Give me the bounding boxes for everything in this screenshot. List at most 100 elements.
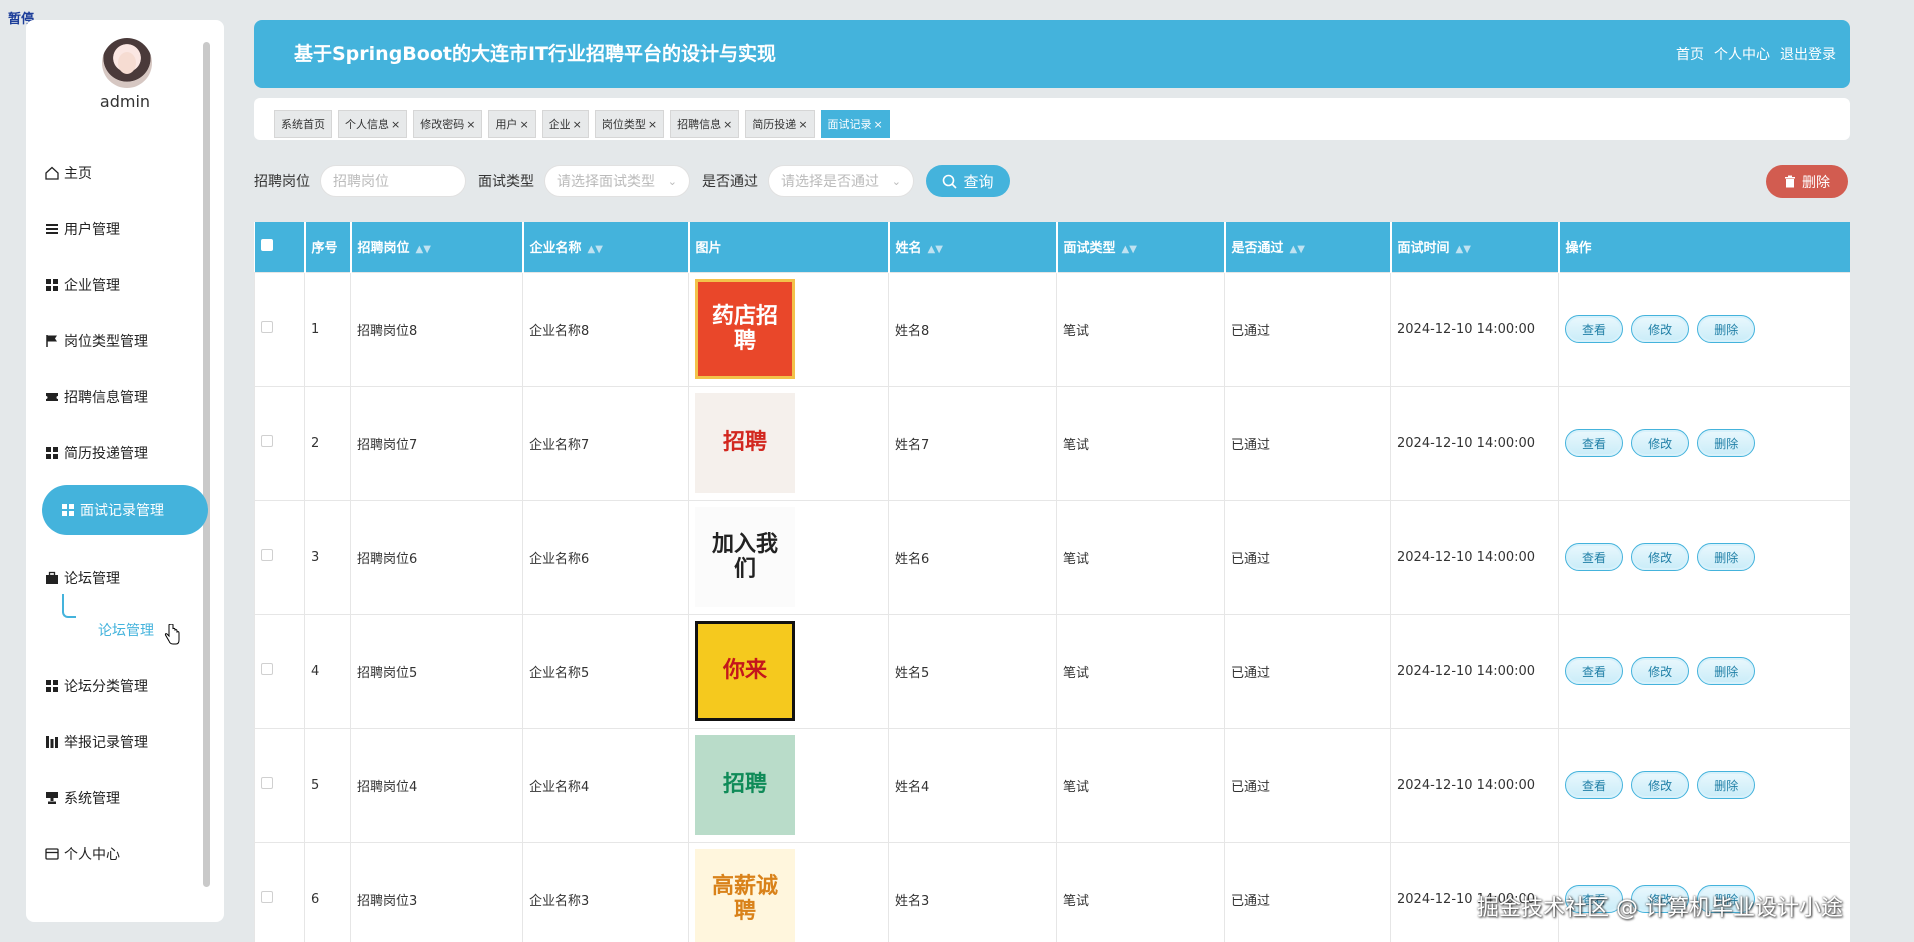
header-link-logout[interactable]: 退出登录: [1780, 44, 1836, 64]
sidebar-item-label: 面试记录管理: [80, 503, 164, 519]
sidebar-item-system[interactable]: 系统管理: [44, 773, 120, 823]
table-row: 4 招聘岗位5 企业名称5 你来 姓名5 笔试 已通过 2024-12-10 1…: [254, 613, 1850, 729]
delete-button[interactable]: 删除: [1697, 429, 1756, 457]
sidebar-item-resume[interactable]: 简历投递管理: [44, 428, 148, 478]
recruit-image[interactable]: 你来: [695, 621, 795, 721]
cell-company: 企业名称6: [522, 499, 689, 615]
sidebar-item-company[interactable]: 企业管理: [44, 260, 120, 310]
recruit-image-text: 你来: [722, 658, 767, 684]
tab-resume[interactable]: 简历投递 ×: [745, 110, 815, 138]
recruit-image[interactable]: 招聘: [695, 735, 795, 835]
edit-button[interactable]: 修改: [1631, 771, 1690, 799]
table-row: 1 招聘岗位8 企业名称8 药店招聘 姓名8 笔试 已通过 2024-12-10…: [254, 271, 1850, 387]
sidebar-item-label: 招聘信息管理: [64, 390, 148, 406]
tab-user[interactable]: 用户 ×: [488, 110, 536, 138]
tab-home[interactable]: 系统首页: [274, 110, 332, 138]
sidebar-item-interview[interactable]: 面试记录管理: [42, 485, 208, 535]
cell-actions: 查看 修改 删除: [1558, 727, 1850, 843]
cell-position: 招聘岗位5: [350, 613, 523, 729]
grid-icon: [44, 678, 60, 694]
select-all-checkbox[interactable]: [260, 238, 273, 251]
delete-button[interactable]: 删除: [1697, 543, 1756, 571]
sidebar-scrollbar[interactable]: [203, 42, 210, 887]
tab-recruit-info[interactable]: 招聘信息 ×: [670, 110, 740, 138]
edit-button[interactable]: 修改: [1631, 315, 1690, 343]
search-button[interactable]: 查询: [926, 165, 1010, 197]
recruit-image[interactable]: 加入我们: [695, 507, 795, 607]
row-checkbox[interactable]: [261, 435, 273, 447]
type-select[interactable]: 请选择面试类型 ⌄: [544, 165, 690, 197]
watermark: 掘金技术社区 @ 计算机毕业设计小途: [1477, 896, 1843, 921]
sidebar-item-label: 岗位类型管理: [64, 334, 148, 350]
cell-time: 2024-12-10 14:00:00: [1390, 385, 1559, 501]
type-placeholder: 请选择面试类型: [557, 174, 655, 190]
view-button[interactable]: 查看: [1565, 771, 1623, 799]
cell-type: 笔试: [1056, 499, 1225, 615]
row-checkbox[interactable]: [261, 321, 273, 333]
edit-button[interactable]: 修改: [1631, 429, 1690, 457]
sidebar-item-report[interactable]: 举报记录管理: [44, 717, 148, 767]
row-checkbox[interactable]: [261, 777, 273, 789]
tab-company[interactable]: 企业 ×: [541, 110, 589, 138]
edit-button[interactable]: 修改: [1631, 543, 1690, 571]
delete-button[interactable]: 删除: [1697, 771, 1756, 799]
column-header[interactable]: 是否通过 ▲▼: [1224, 222, 1392, 272]
tab-job-type[interactable]: 岗位类型 ×: [594, 110, 665, 138]
header-link-home[interactable]: 首页: [1676, 44, 1704, 64]
grid-icon: [60, 502, 76, 518]
sidebar-item-profile[interactable]: 个人中心: [44, 829, 120, 879]
row-checkbox-cell: [254, 271, 305, 387]
sidebar-item-label: 简历投递管理: [64, 446, 148, 462]
position-input[interactable]: 招聘岗位: [320, 165, 466, 197]
tab-interview[interactable]: 面试记录 ×: [820, 110, 890, 138]
edit-button[interactable]: 修改: [1631, 657, 1690, 685]
close-icon[interactable]: ×: [466, 118, 475, 131]
recruit-image[interactable]: 招聘: [695, 393, 795, 493]
cell-image: 你来: [688, 613, 889, 729]
close-icon[interactable]: ×: [723, 118, 732, 131]
close-icon[interactable]: ×: [519, 118, 528, 131]
view-button[interactable]: 查看: [1565, 657, 1623, 685]
delete-button[interactable]: 删除: [1697, 315, 1756, 343]
sidebar-item-recruit-info[interactable]: 招聘信息管理: [44, 372, 148, 422]
sidebar-item-users[interactable]: 用户管理: [44, 204, 120, 254]
cell-type: 笔试: [1056, 271, 1225, 387]
close-icon[interactable]: ×: [874, 118, 883, 131]
close-icon[interactable]: ×: [391, 118, 400, 131]
submenu-item-forum[interactable]: 论坛管理: [98, 620, 154, 640]
sidebar-item-forum[interactable]: 论坛管理: [44, 553, 120, 603]
close-icon[interactable]: ×: [798, 118, 807, 131]
tab-label: 面试记录: [827, 118, 872, 131]
batch-delete-button[interactable]: 删除: [1766, 165, 1848, 198]
row-checkbox-cell: [254, 613, 305, 729]
filter-bar: 招聘岗位 招聘岗位 面试类型 请选择面试类型 ⌄ 是否通过 请选择是否通过 ⌄ 查询: [254, 165, 1010, 197]
column-header[interactable]: 姓名 ▲▼: [888, 222, 1058, 272]
close-icon[interactable]: ×: [573, 118, 582, 131]
table-row: 3 招聘岗位6 企业名称6 加入我们 姓名6 笔试 已通过 2024-12-10…: [254, 499, 1850, 615]
row-checkbox[interactable]: [261, 549, 273, 561]
view-button[interactable]: 查看: [1565, 543, 1623, 571]
cell-name: 姓名6: [888, 499, 1057, 615]
column-header[interactable]: 面试时间 ▲▼: [1390, 222, 1560, 272]
sidebar-item-job-type[interactable]: 岗位类型管理: [44, 316, 148, 366]
view-button[interactable]: 查看: [1565, 429, 1623, 457]
tab-change-password[interactable]: 修改密码 ×: [413, 110, 483, 138]
sidebar-item-home[interactable]: 主页: [44, 148, 92, 198]
delete-button[interactable]: 删除: [1697, 657, 1756, 685]
sort-icon: ▲▼: [927, 244, 943, 256]
row-checkbox[interactable]: [261, 891, 273, 903]
pass-select[interactable]: 请选择是否通过 ⌄: [768, 165, 914, 197]
view-button[interactable]: 查看: [1565, 315, 1623, 343]
sidebar-item-forum-category[interactable]: 论坛分类管理: [44, 661, 148, 711]
cell-no: 1: [304, 271, 351, 387]
column-header[interactable]: 招聘岗位 ▲▼: [350, 222, 524, 272]
tab-personal-info[interactable]: 个人信息 ×: [338, 110, 408, 138]
column-header[interactable]: 面试类型 ▲▼: [1056, 222, 1226, 272]
column-header[interactable]: 企业名称 ▲▼: [522, 222, 690, 272]
recruit-image[interactable]: 高薪诚聘: [695, 849, 795, 942]
recruit-image[interactable]: 药店招聘: [695, 279, 795, 379]
close-icon[interactable]: ×: [648, 118, 657, 131]
row-checkbox[interactable]: [261, 663, 273, 675]
header-link-profile[interactable]: 个人中心: [1714, 44, 1770, 64]
chart-icon: [44, 734, 60, 750]
